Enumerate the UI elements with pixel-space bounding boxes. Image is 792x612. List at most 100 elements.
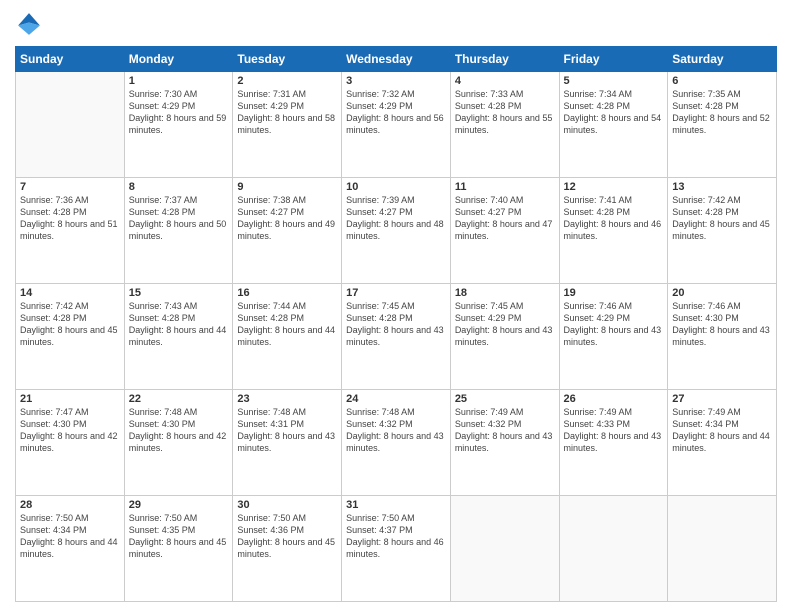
calendar-cell: 23Sunrise: 7:48 AMSunset: 4:31 PMDayligh… (233, 390, 342, 496)
calendar-cell: 15Sunrise: 7:43 AMSunset: 4:28 PMDayligh… (124, 284, 233, 390)
day-number: 26 (564, 393, 664, 405)
calendar-cell (450, 496, 559, 602)
calendar-cell: 7Sunrise: 7:36 AMSunset: 4:28 PMDaylight… (16, 178, 125, 284)
day-info: Sunrise: 7:49 AMSunset: 4:34 PMDaylight:… (672, 406, 772, 455)
calendar-cell: 26Sunrise: 7:49 AMSunset: 4:33 PMDayligh… (559, 390, 668, 496)
day-info: Sunrise: 7:38 AMSunset: 4:27 PMDaylight:… (237, 194, 337, 243)
day-info: Sunrise: 7:46 AMSunset: 4:29 PMDaylight:… (564, 300, 664, 349)
calendar-cell: 24Sunrise: 7:48 AMSunset: 4:32 PMDayligh… (342, 390, 451, 496)
calendar-cell: 14Sunrise: 7:42 AMSunset: 4:28 PMDayligh… (16, 284, 125, 390)
calendar-cell: 13Sunrise: 7:42 AMSunset: 4:28 PMDayligh… (668, 178, 777, 284)
calendar-cell: 1Sunrise: 7:30 AMSunset: 4:29 PMDaylight… (124, 72, 233, 178)
day-info: Sunrise: 7:46 AMSunset: 4:30 PMDaylight:… (672, 300, 772, 349)
day-number: 17 (346, 287, 446, 299)
day-number: 29 (129, 499, 229, 511)
day-number: 4 (455, 75, 555, 87)
day-info: Sunrise: 7:50 AMSunset: 4:37 PMDaylight:… (346, 512, 446, 561)
day-number: 9 (237, 181, 337, 193)
calendar-cell: 11Sunrise: 7:40 AMSunset: 4:27 PMDayligh… (450, 178, 559, 284)
calendar-header-row: SundayMondayTuesdayWednesdayThursdayFrid… (16, 47, 777, 72)
calendar-cell: 21Sunrise: 7:47 AMSunset: 4:30 PMDayligh… (16, 390, 125, 496)
day-number: 25 (455, 393, 555, 405)
day-info: Sunrise: 7:48 AMSunset: 4:32 PMDaylight:… (346, 406, 446, 455)
calendar-cell: 30Sunrise: 7:50 AMSunset: 4:36 PMDayligh… (233, 496, 342, 602)
calendar-cell: 29Sunrise: 7:50 AMSunset: 4:35 PMDayligh… (124, 496, 233, 602)
calendar-header-monday: Monday (124, 47, 233, 72)
day-number: 24 (346, 393, 446, 405)
calendar-header-wednesday: Wednesday (342, 47, 451, 72)
day-number: 8 (129, 181, 229, 193)
day-number: 2 (237, 75, 337, 87)
calendar-header-saturday: Saturday (668, 47, 777, 72)
day-info: Sunrise: 7:45 AMSunset: 4:28 PMDaylight:… (346, 300, 446, 349)
calendar-header-thursday: Thursday (450, 47, 559, 72)
calendar-cell: 9Sunrise: 7:38 AMSunset: 4:27 PMDaylight… (233, 178, 342, 284)
calendar-week-4: 21Sunrise: 7:47 AMSunset: 4:30 PMDayligh… (16, 390, 777, 496)
day-number: 7 (20, 181, 120, 193)
calendar-cell (16, 72, 125, 178)
day-number: 16 (237, 287, 337, 299)
calendar-header-tuesday: Tuesday (233, 47, 342, 72)
day-info: Sunrise: 7:39 AMSunset: 4:27 PMDaylight:… (346, 194, 446, 243)
calendar-cell: 18Sunrise: 7:45 AMSunset: 4:29 PMDayligh… (450, 284, 559, 390)
calendar-cell: 8Sunrise: 7:37 AMSunset: 4:28 PMDaylight… (124, 178, 233, 284)
day-info: Sunrise: 7:44 AMSunset: 4:28 PMDaylight:… (237, 300, 337, 349)
day-info: Sunrise: 7:42 AMSunset: 4:28 PMDaylight:… (20, 300, 120, 349)
day-info: Sunrise: 7:48 AMSunset: 4:31 PMDaylight:… (237, 406, 337, 455)
day-number: 11 (455, 181, 555, 193)
calendar-cell: 2Sunrise: 7:31 AMSunset: 4:29 PMDaylight… (233, 72, 342, 178)
logo (15, 10, 47, 38)
calendar-cell: 28Sunrise: 7:50 AMSunset: 4:34 PMDayligh… (16, 496, 125, 602)
calendar-table: SundayMondayTuesdayWednesdayThursdayFrid… (15, 46, 777, 602)
calendar-cell: 16Sunrise: 7:44 AMSunset: 4:28 PMDayligh… (233, 284, 342, 390)
calendar-cell (559, 496, 668, 602)
calendar-header-friday: Friday (559, 47, 668, 72)
day-number: 10 (346, 181, 446, 193)
calendar-cell: 27Sunrise: 7:49 AMSunset: 4:34 PMDayligh… (668, 390, 777, 496)
day-info: Sunrise: 7:35 AMSunset: 4:28 PMDaylight:… (672, 88, 772, 137)
day-info: Sunrise: 7:33 AMSunset: 4:28 PMDaylight:… (455, 88, 555, 137)
day-info: Sunrise: 7:50 AMSunset: 4:36 PMDaylight:… (237, 512, 337, 561)
day-info: Sunrise: 7:32 AMSunset: 4:29 PMDaylight:… (346, 88, 446, 137)
day-info: Sunrise: 7:45 AMSunset: 4:29 PMDaylight:… (455, 300, 555, 349)
day-number: 5 (564, 75, 664, 87)
day-info: Sunrise: 7:50 AMSunset: 4:34 PMDaylight:… (20, 512, 120, 561)
day-info: Sunrise: 7:47 AMSunset: 4:30 PMDaylight:… (20, 406, 120, 455)
calendar-cell: 5Sunrise: 7:34 AMSunset: 4:28 PMDaylight… (559, 72, 668, 178)
day-info: Sunrise: 7:48 AMSunset: 4:30 PMDaylight:… (129, 406, 229, 455)
calendar-cell: 6Sunrise: 7:35 AMSunset: 4:28 PMDaylight… (668, 72, 777, 178)
day-info: Sunrise: 7:31 AMSunset: 4:29 PMDaylight:… (237, 88, 337, 137)
day-number: 31 (346, 499, 446, 511)
day-number: 15 (129, 287, 229, 299)
day-info: Sunrise: 7:42 AMSunset: 4:28 PMDaylight:… (672, 194, 772, 243)
day-number: 28 (20, 499, 120, 511)
day-info: Sunrise: 7:50 AMSunset: 4:35 PMDaylight:… (129, 512, 229, 561)
day-number: 20 (672, 287, 772, 299)
day-number: 22 (129, 393, 229, 405)
day-number: 13 (672, 181, 772, 193)
logo-icon (15, 10, 43, 38)
day-info: Sunrise: 7:49 AMSunset: 4:32 PMDaylight:… (455, 406, 555, 455)
day-number: 3 (346, 75, 446, 87)
calendar-cell: 4Sunrise: 7:33 AMSunset: 4:28 PMDaylight… (450, 72, 559, 178)
calendar-cell: 20Sunrise: 7:46 AMSunset: 4:30 PMDayligh… (668, 284, 777, 390)
day-info: Sunrise: 7:49 AMSunset: 4:33 PMDaylight:… (564, 406, 664, 455)
calendar-cell: 10Sunrise: 7:39 AMSunset: 4:27 PMDayligh… (342, 178, 451, 284)
day-number: 27 (672, 393, 772, 405)
day-number: 30 (237, 499, 337, 511)
calendar-cell: 31Sunrise: 7:50 AMSunset: 4:37 PMDayligh… (342, 496, 451, 602)
day-info: Sunrise: 7:41 AMSunset: 4:28 PMDaylight:… (564, 194, 664, 243)
day-number: 19 (564, 287, 664, 299)
calendar-cell: 12Sunrise: 7:41 AMSunset: 4:28 PMDayligh… (559, 178, 668, 284)
calendar-cell: 3Sunrise: 7:32 AMSunset: 4:29 PMDaylight… (342, 72, 451, 178)
day-number: 23 (237, 393, 337, 405)
calendar-week-1: 1Sunrise: 7:30 AMSunset: 4:29 PMDaylight… (16, 72, 777, 178)
day-number: 18 (455, 287, 555, 299)
calendar-header-sunday: Sunday (16, 47, 125, 72)
day-info: Sunrise: 7:30 AMSunset: 4:29 PMDaylight:… (129, 88, 229, 137)
day-info: Sunrise: 7:34 AMSunset: 4:28 PMDaylight:… (564, 88, 664, 137)
calendar-cell: 25Sunrise: 7:49 AMSunset: 4:32 PMDayligh… (450, 390, 559, 496)
day-number: 6 (672, 75, 772, 87)
header (15, 10, 777, 38)
day-info: Sunrise: 7:43 AMSunset: 4:28 PMDaylight:… (129, 300, 229, 349)
